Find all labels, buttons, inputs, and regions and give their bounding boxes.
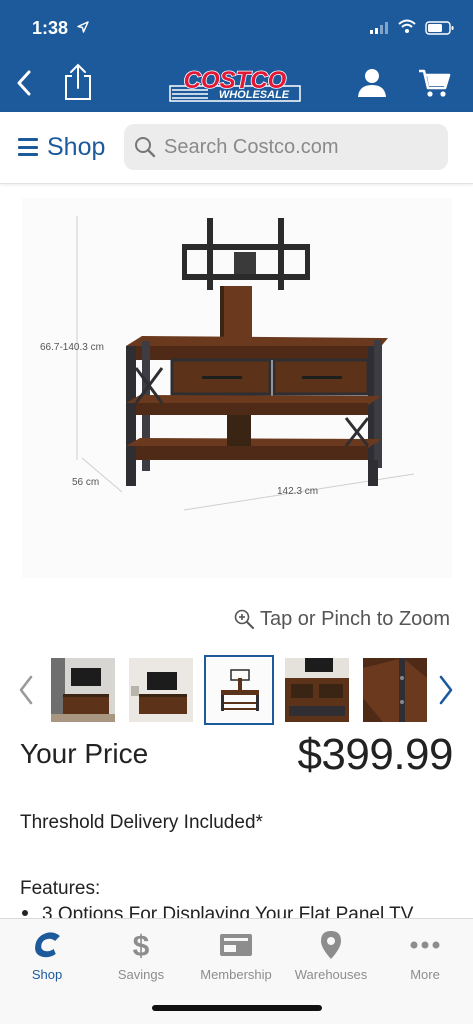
more-dots-icon (410, 941, 440, 949)
status-time: 1:38 (32, 18, 69, 38)
signal-icon (370, 22, 388, 34)
thumbnail-image (129, 658, 193, 722)
dollar-icon: $ (133, 930, 150, 961)
status-bar: 1:38 (0, 0, 473, 58)
feature-text: 3 Options For Displaying Your Flat Panel… (42, 904, 414, 918)
thumbnail-image (207, 658, 271, 722)
hamburger-icon (18, 138, 38, 156)
tab-label: Membership (200, 967, 272, 982)
battery-icon (425, 21, 454, 35)
chevron-right-icon (439, 675, 453, 705)
back-button[interactable] (10, 66, 38, 100)
features-title: Features: (20, 878, 101, 899)
logo-text: COSTCO (184, 67, 287, 94)
shop-label: Shop (47, 132, 106, 161)
wifi-icon (398, 19, 416, 33)
share-button[interactable] (60, 62, 96, 102)
membership-card-icon (220, 934, 252, 956)
thumbnail-5[interactable] (363, 658, 427, 722)
thumbnail-prev-button[interactable] (12, 670, 40, 710)
price-label: Your Price (20, 738, 149, 769)
bullet (22, 910, 28, 917)
zoom-in-icon (234, 609, 254, 629)
tab-warehouses[interactable]: Warehouses (286, 929, 376, 989)
svg-text:$: $ (133, 930, 150, 961)
thumbnail-3[interactable] (204, 655, 274, 725)
tab-label: Shop (31, 967, 63, 982)
thumbnail-2[interactable] (129, 658, 193, 722)
thumbnail-image (363, 658, 427, 722)
zoom-hint-label: Tap or Pinch to Zoom (260, 607, 451, 630)
search-icon (135, 137, 156, 158)
home-indicator[interactable] (152, 1005, 322, 1011)
costco-logo[interactable]: WHOLESALE COSTCO (168, 64, 302, 104)
tab-membership[interactable]: Membership (191, 929, 281, 989)
cart-icon (419, 69, 451, 97)
tab-more[interactable]: More (380, 929, 470, 989)
zoom-hint: Tap or Pinch to Zoom (234, 606, 450, 632)
location-arrow-icon (77, 21, 89, 33)
tab-label: Warehouses (294, 967, 368, 982)
location-pin-icon (321, 931, 341, 959)
search-box[interactable] (124, 124, 448, 170)
cart-button[interactable] (416, 66, 452, 100)
thumbnail-next-button[interactable] (432, 670, 460, 710)
height-dimension-label: 66.7-140.3 cm (40, 342, 104, 353)
width-dimension-label: 142.3 cm (277, 486, 318, 497)
delivery-note: Threshold Delivery Included* (20, 812, 263, 833)
feature-item: 3 Options For Displaying Your Flat Panel… (20, 904, 460, 918)
thumbnail-4[interactable] (285, 658, 349, 722)
costco-c-icon (35, 932, 60, 958)
chevron-left-icon (19, 675, 33, 705)
share-icon (65, 63, 91, 100)
thumbnail-1[interactable] (51, 658, 115, 722)
app-header: 1:38 WHOLESALE COSTCO (0, 0, 473, 112)
thumbnail-image (51, 658, 115, 722)
tab-savings[interactable]: $ Savings (96, 929, 186, 989)
account-button[interactable] (354, 66, 390, 100)
search-input[interactable] (164, 135, 434, 159)
shop-search-bar: Shop (0, 112, 473, 184)
tab-label: Savings (117, 967, 165, 982)
thumbnail-carousel (0, 652, 473, 728)
depth-dimension-label: 56 cm (72, 477, 99, 488)
price-value: $399.99 (297, 730, 453, 779)
tab-label: More (410, 967, 440, 982)
product-image[interactable]: 66.7-140.3 cm 56 cm 142.3 cm (22, 198, 452, 578)
chevron-left-icon (17, 70, 31, 96)
costco-logo-mark: WHOLESALE COSTCO (169, 66, 301, 102)
thumbnail-image (285, 658, 349, 722)
tab-shop[interactable]: Shop (2, 929, 92, 989)
shop-menu-button[interactable]: Shop (18, 132, 105, 162)
user-icon (358, 69, 386, 97)
